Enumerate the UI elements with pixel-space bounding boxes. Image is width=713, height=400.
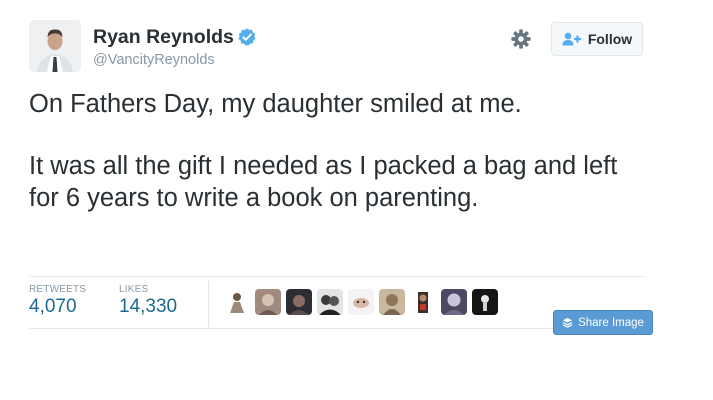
follow-button[interactable]: Follow xyxy=(551,22,643,56)
retweets-label: RETWEETS xyxy=(29,284,87,295)
likes-label: LIKES xyxy=(119,284,149,295)
avatar[interactable] xyxy=(29,20,81,72)
tweet-text: On Fathers Day, my daughter smiled at me… xyxy=(29,88,649,214)
stats-separator xyxy=(208,281,209,327)
add-user-icon xyxy=(562,32,581,46)
divider xyxy=(29,328,644,329)
divider xyxy=(29,276,644,277)
liker-avatar[interactable] xyxy=(286,289,312,315)
liker-avatar[interactable] xyxy=(410,289,436,315)
display-name[interactable]: Ryan Reynolds xyxy=(93,26,234,49)
follow-label: Follow xyxy=(587,31,633,47)
layers-icon xyxy=(562,317,573,328)
liker-avatar[interactable] xyxy=(317,289,343,315)
liker-avatar[interactable] xyxy=(255,289,281,315)
share-image-label: Share Image xyxy=(578,316,644,329)
likes-count: 14,330 xyxy=(119,296,178,317)
verified-badge-icon xyxy=(238,28,256,46)
gear-icon[interactable] xyxy=(510,28,532,50)
retweets-stat[interactable]: RETWEETS 4,070 xyxy=(29,284,86,318)
user-handle[interactable]: @VancityReynolds xyxy=(93,52,215,68)
retweets-count: 4,070 xyxy=(29,296,77,317)
profile-photo-icon xyxy=(29,20,81,72)
liker-avatar[interactable] xyxy=(348,289,374,315)
liker-avatar[interactable] xyxy=(379,289,405,315)
liker-avatar[interactable] xyxy=(224,289,250,315)
likes-stat[interactable]: LIKES 14,330 xyxy=(119,284,177,318)
tweet-paragraph: It was all the gift I needed as I packed… xyxy=(29,152,618,212)
liker-avatar[interactable] xyxy=(441,289,467,315)
liker-avatar[interactable] xyxy=(472,289,498,315)
share-image-button[interactable]: Share Image xyxy=(553,310,653,335)
tweet-paragraph: On Fathers Day, my daughter smiled at me… xyxy=(29,90,522,118)
